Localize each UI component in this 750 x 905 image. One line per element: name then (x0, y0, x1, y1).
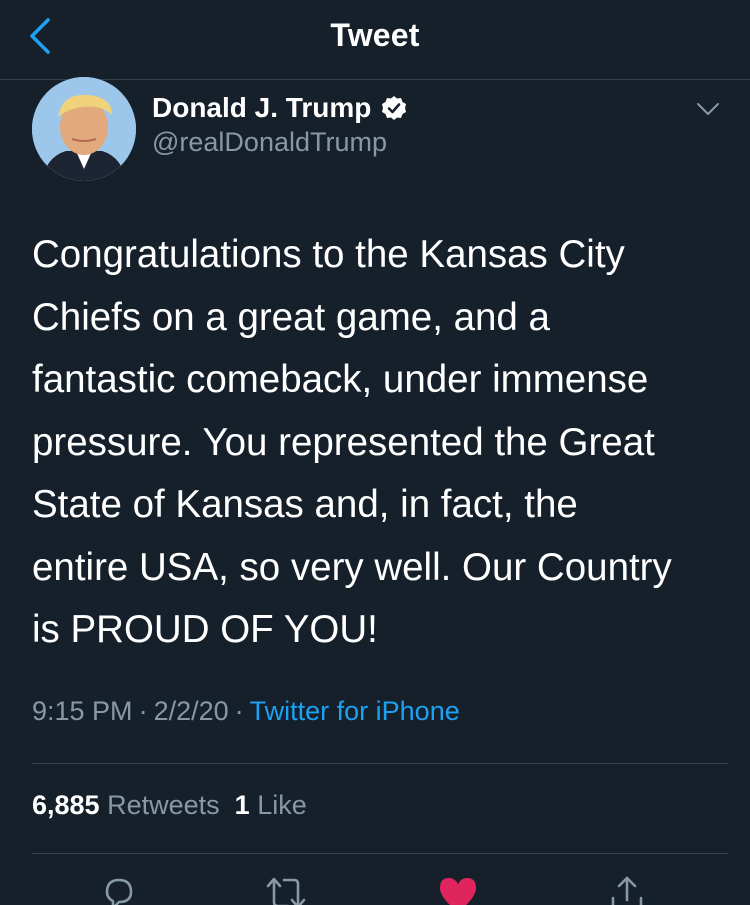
retweet-icon (266, 877, 306, 905)
author-name-row[interactable]: Donald J. Trump (152, 90, 407, 126)
reply-icon (105, 878, 133, 905)
tweet-line: State of Kansas and, in fact, the (32, 483, 578, 526)
author-name: Donald J. Trump (152, 92, 372, 123)
author-handle[interactable]: @realDonaldTrump (152, 127, 387, 158)
tweet-line: is PROUD OF YOU! (32, 608, 378, 651)
like-button[interactable] (434, 874, 482, 905)
tweet-meta: 9:15 PM · 2/2/20 · Twitter for iPhone (32, 696, 460, 727)
divider (32, 853, 728, 854)
reply-button[interactable] (95, 874, 143, 905)
tweet-detail-screen: Tweet Donald J. Trump @realDonaldTrump C… (0, 0, 750, 905)
page-title: Tweet (330, 17, 420, 53)
retweets-stat[interactable]: 6,885 Retweets (32, 790, 220, 820)
profile-photo-icon (32, 77, 136, 181)
likes-count: 1 (234, 790, 250, 820)
meta-separator: · (234, 696, 244, 726)
chevron-down-icon (697, 103, 719, 115)
tweet-source-link[interactable]: Twitter for iPhone (250, 696, 460, 726)
tweet-line: fantastic comeback, under immense (32, 358, 649, 401)
more-options-button[interactable] (690, 94, 726, 124)
likes-label: Like (257, 790, 307, 820)
share-icon (611, 876, 643, 905)
tweet-line: entire USA, so very well. Our Country (32, 545, 672, 589)
share-button[interactable] (603, 874, 651, 905)
likes-stat[interactable]: 1 Like (235, 790, 307, 820)
tweet-date: 2/2/20 (153, 696, 229, 726)
divider (32, 763, 728, 764)
tweet-time: 9:15 PM (32, 696, 133, 726)
tweet-line: pressure. You represented the Great (32, 420, 655, 464)
meta-separator: · (138, 696, 148, 726)
retweets-count: 6,885 (32, 790, 100, 820)
tweet-line: Chiefs on a great game, and a (32, 295, 550, 339)
retweets-label: Retweets (107, 790, 220, 820)
heart-filled-icon (440, 878, 476, 905)
nav-bar: Tweet (0, 0, 750, 80)
retweet-button[interactable] (262, 874, 310, 905)
avatar[interactable] (32, 77, 136, 181)
action-bar (0, 866, 750, 905)
verified-badge-icon (382, 96, 407, 120)
tweet-stats: 6,885 Retweets 1 Like (32, 790, 307, 821)
tweet-text: Congratulations to the Kansas City Chief… (32, 224, 722, 662)
tweet-line: Congratulations to the Kansas City (32, 233, 625, 276)
